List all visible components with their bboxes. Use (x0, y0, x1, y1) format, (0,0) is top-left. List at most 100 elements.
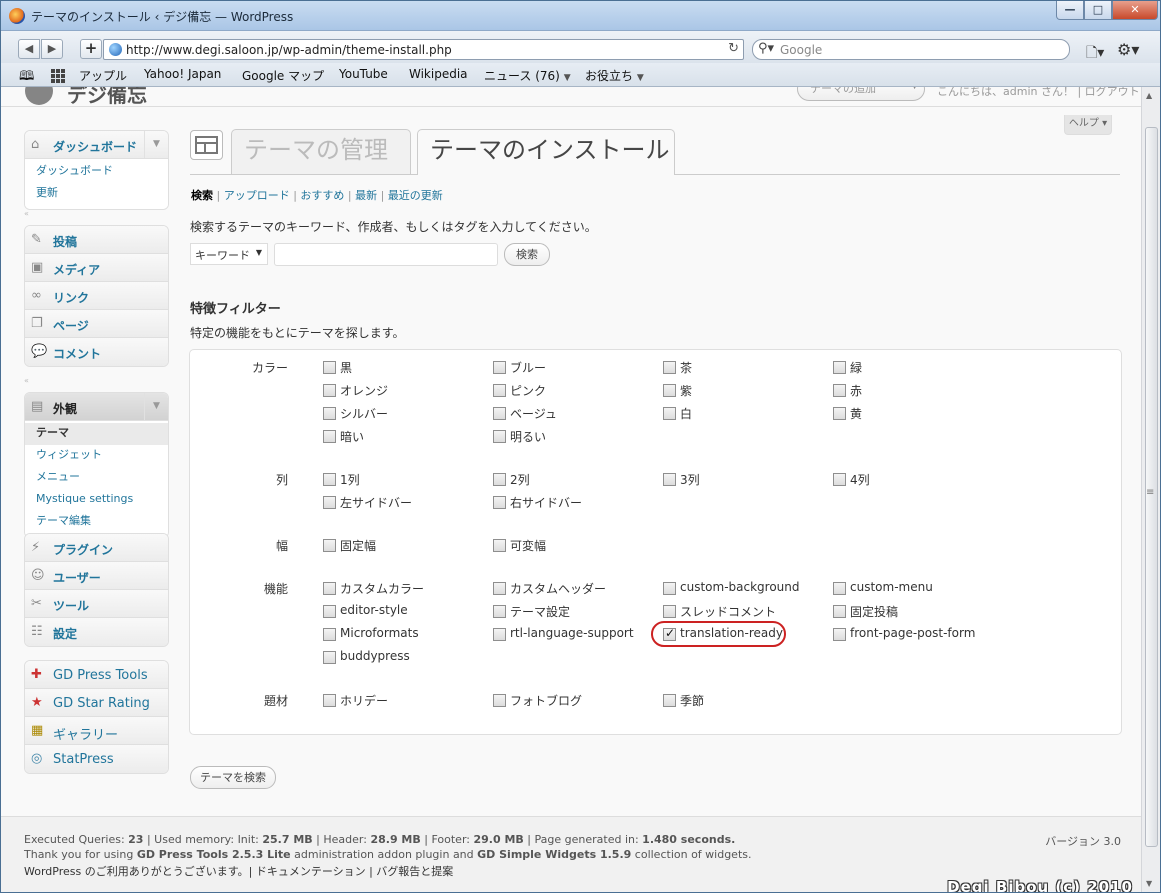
site-title[interactable]: デジ備忘 (67, 87, 147, 108)
checkbox[interactable] (323, 407, 336, 420)
vertical-scrollbar[interactable]: ▲ ≡ ▼ (1141, 87, 1160, 892)
chevron-down-icon[interactable]: ▼ (144, 131, 168, 158)
checkbox-label[interactable]: 白 (680, 405, 692, 422)
checkbox-label[interactable]: カスタムカラー (340, 580, 424, 597)
checkbox-label[interactable]: 季節 (680, 692, 704, 709)
search-input[interactable] (274, 243, 498, 266)
search-icon[interactable]: ⚲▾ (758, 41, 774, 56)
checkbox[interactable] (323, 496, 336, 509)
menu-appearance-label[interactable]: 外観 (53, 400, 77, 417)
checkbox-label[interactable]: フォトブログ (510, 692, 582, 709)
checkbox-label[interactable]: 暗い (340, 428, 364, 445)
submenu-themes[interactable]: テーマ (25, 423, 168, 445)
checkbox[interactable] (663, 605, 676, 618)
subsub-search[interactable]: 検索 (191, 189, 213, 202)
checkbox-label[interactable]: 右サイドバー (510, 494, 582, 511)
submenu-dashboard[interactable]: ダッシュボード (25, 161, 168, 183)
checkbox[interactable] (663, 361, 676, 374)
checkbox[interactable] (833, 605, 846, 618)
favorite-actions[interactable]: テーマの追加 ▼ (797, 87, 925, 101)
search-button[interactable]: 検索 (504, 243, 550, 266)
bookmark-yahoo[interactable]: Yahoo! Japan (144, 67, 221, 81)
checkbox-label[interactable]: カスタムヘッダー (510, 580, 606, 597)
checkbox[interactable] (493, 407, 506, 420)
menu-media-label[interactable]: メディア (53, 261, 100, 278)
checkbox[interactable] (663, 582, 676, 595)
menu-appearance-header[interactable]: ▤ 外観 ▼ (25, 393, 168, 421)
maximize-button[interactable]: □ (1084, 1, 1112, 20)
minimize-button[interactable]: — (1056, 1, 1084, 20)
subsub-upload[interactable]: アップロード (224, 189, 290, 202)
menu-separator[interactable]: « (24, 208, 169, 220)
subsub-updated[interactable]: 最近の更新 (388, 189, 443, 202)
subsub-featured[interactable]: おすすめ (300, 189, 344, 202)
checkbox[interactable] (663, 384, 676, 397)
url-text[interactable]: http://www.degi.saloon.jp/wp-admin/theme… (126, 43, 452, 57)
bookmark-wikipedia[interactable]: Wikipedia (409, 67, 468, 81)
back-button[interactable]: ◀ (18, 39, 40, 59)
scroll-down-icon[interactable]: ▼ (1146, 879, 1152, 888)
checkbox[interactable] (323, 473, 336, 486)
checkbox[interactable] (833, 384, 846, 397)
bookmark-google-maps[interactable]: Google マップ (242, 67, 324, 84)
menu-plugins[interactable]: ⚡ プラグイン (25, 534, 168, 562)
menu-links[interactable]: ∞ リンク (25, 282, 168, 310)
checkbox-label[interactable]: 明るい (510, 428, 546, 445)
checkbox-label[interactable]: 左サイドバー (340, 494, 412, 511)
tab-install-themes[interactable]: テーマのインストール (417, 129, 675, 175)
menu-gd-press-tools-label[interactable]: GD Press Tools (53, 668, 148, 683)
menu-pages[interactable]: ❐ ページ (25, 310, 168, 338)
find-themes-button[interactable]: テーマを検索 (190, 766, 276, 789)
checkbox-label[interactable]: ブルー (510, 359, 546, 376)
chevron-down-icon[interactable]: ▼ (144, 393, 168, 420)
checkbox-label[interactable]: 1列 (340, 471, 360, 488)
menu-posts-label[interactable]: 投稿 (53, 233, 77, 250)
menu-users-label[interactable]: ユーザー (53, 569, 101, 586)
menu-dashboard-label[interactable]: ダッシュボード (53, 138, 137, 155)
checkbox[interactable] (323, 361, 336, 374)
checkbox[interactable] (493, 605, 506, 618)
checkbox-label[interactable]: custom-background (680, 580, 800, 594)
checkbox[interactable] (323, 694, 336, 707)
checkbox-label[interactable]: rtl-language-support (510, 626, 634, 640)
menu-plugins-label[interactable]: プラグイン (53, 541, 113, 558)
checkbox[interactable] (833, 582, 846, 595)
reload-icon[interactable]: ↻ (728, 41, 739, 56)
checkbox-label[interactable]: 固定投稿 (850, 603, 898, 620)
menu-tools-item[interactable]: ✂ ツール (25, 590, 168, 618)
checkbox-label[interactable]: ベージュ (510, 405, 557, 422)
checkbox[interactable] (323, 628, 336, 641)
menu-users[interactable]: ☺ ユーザー (25, 562, 168, 590)
checkbox-label[interactable]: Microformats (340, 626, 419, 640)
checkbox[interactable] (833, 361, 846, 374)
checkbox[interactable] (323, 384, 336, 397)
checkbox-label[interactable]: 紫 (680, 382, 692, 399)
forward-button[interactable]: ▶ (41, 39, 63, 59)
checkbox-label[interactable]: 固定幅 (340, 537, 376, 554)
checkbox[interactable] (833, 407, 846, 420)
checkbox-label[interactable]: 黄 (850, 405, 862, 422)
subsub-newest[interactable]: 最新 (355, 189, 377, 202)
checkbox[interactable] (663, 694, 676, 707)
checkbox[interactable] (493, 496, 506, 509)
checkbox-label[interactable]: 可変幅 (510, 537, 546, 554)
menu-gd-star-rating-label[interactable]: GD Star Rating (53, 696, 150, 711)
submenu-theme-editor[interactable]: テーマ編集 (25, 511, 168, 533)
close-button[interactable]: ✕ (1112, 1, 1158, 20)
menu-gd-star-rating[interactable]: ★ GD Star Rating (25, 689, 168, 717)
checkbox-label[interactable]: 茶 (680, 359, 692, 376)
checkbox-label[interactable]: 緑 (850, 359, 862, 376)
checkbox[interactable] (493, 628, 506, 641)
checkbox[interactable] (493, 694, 506, 707)
checkbox[interactable] (493, 384, 506, 397)
checkbox[interactable] (323, 430, 336, 443)
checkbox[interactable] (833, 628, 846, 641)
menu-settings[interactable]: ☷ 設定 (25, 618, 168, 646)
submenu-menus[interactable]: メニュー (25, 467, 168, 489)
checkbox-label[interactable]: 4列 (850, 471, 870, 488)
checkbox-label[interactable]: 赤 (850, 382, 862, 399)
checkbox-label[interactable]: 2列 (510, 471, 530, 488)
gd-press-tools-link[interactable]: GD Press Tools 2.5.3 Lite (137, 848, 291, 861)
bookmark-useful[interactable]: お役立ち ▼ (585, 67, 644, 84)
help-button[interactable]: ヘルプ ▾ (1064, 115, 1112, 135)
